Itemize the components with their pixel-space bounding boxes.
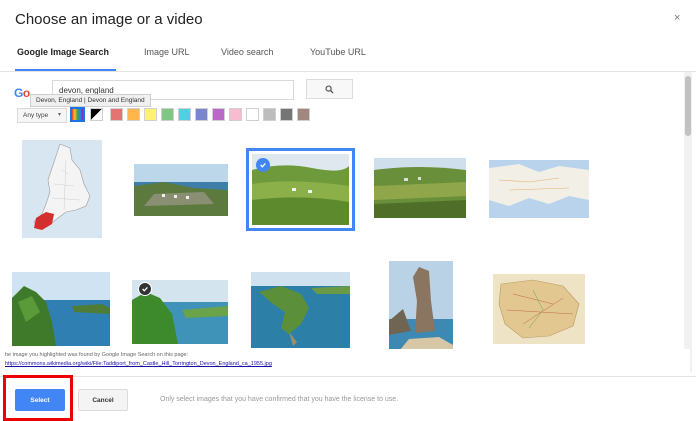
color-swatch-pink[interactable] (229, 108, 242, 121)
color-swatch-orange[interactable] (127, 108, 140, 121)
license-note: Only select images that you have confirm… (160, 396, 399, 403)
color-swatch-black-white[interactable] (90, 108, 103, 121)
color-swatch-blue[interactable] (195, 108, 208, 121)
type-filter-label: Any type (23, 112, 49, 119)
results-scrollbar[interactable] (684, 72, 692, 372)
selected-check-icon (256, 158, 270, 172)
source-url-link[interactable]: https://commons.wikimedia.org/wiki/File:… (5, 361, 272, 367)
color-swatch-gray[interactable] (263, 108, 276, 121)
close-icon[interactable]: × (674, 12, 680, 24)
result-thumb-sea-cliffs[interactable] (12, 272, 110, 346)
search-panel: Go Devon, England | Devon and England An… (0, 72, 696, 372)
color-swatch-dark-gray[interactable] (280, 108, 293, 121)
result-thumb-england-map[interactable] (22, 140, 102, 238)
color-swatch-green[interactable] (161, 108, 174, 121)
search-icon (325, 84, 334, 94)
result-thumb-village-fields[interactable] (374, 158, 466, 218)
color-swatch-brown[interactable] (297, 108, 310, 121)
color-swatch-purple[interactable] (212, 108, 225, 121)
result-thumb-coastal-town[interactable] (134, 164, 228, 216)
select-button-highlight (3, 375, 73, 421)
dialog-title: Choose an image or a video (15, 11, 203, 28)
source-info: he image you highlighted was found by Go… (0, 349, 690, 373)
tab-youtube-url[interactable]: YouTube URL (310, 47, 366, 57)
color-swatch-multicolor[interactable] (70, 107, 85, 122)
result-thumb-coast-map[interactable] (489, 160, 589, 218)
image-picker-dialog: Choose an image or a video × Google Imag… (0, 0, 696, 421)
result-thumb-old-map[interactable] (493, 274, 585, 344)
type-filter-dropdown[interactable]: Any type ▾ (17, 108, 67, 123)
tab-bar: Google Image Search Image URL Video sear… (0, 40, 696, 71)
footer-divider (0, 376, 696, 377)
color-swatch-yellow[interactable] (144, 108, 157, 121)
search-button[interactable] (306, 79, 353, 99)
tab-video-search[interactable]: Video search (221, 47, 273, 57)
tab-google-image-search[interactable]: Google Image Search (17, 47, 109, 57)
color-swatch-white[interactable] (246, 108, 259, 121)
color-swatch-red[interactable] (110, 108, 123, 121)
cancel-button[interactable]: Cancel (78, 389, 128, 411)
search-suggestion-tooltip[interactable]: Devon, England | Devon and England (30, 94, 151, 107)
tab-image-url[interactable]: Image URL (144, 47, 190, 57)
result-thumb-aerial-peninsula[interactable] (251, 272, 350, 348)
scrollbar-thumb[interactable] (685, 76, 691, 136)
source-found-text: he image you highlighted was found by Go… (5, 352, 189, 358)
chevron-down-icon: ▾ (57, 112, 61, 118)
color-swatch-teal[interactable] (178, 108, 191, 121)
viewed-check-icon (138, 282, 152, 296)
google-logo: Go (14, 86, 30, 100)
result-thumb-rock-stack[interactable] (389, 261, 453, 351)
